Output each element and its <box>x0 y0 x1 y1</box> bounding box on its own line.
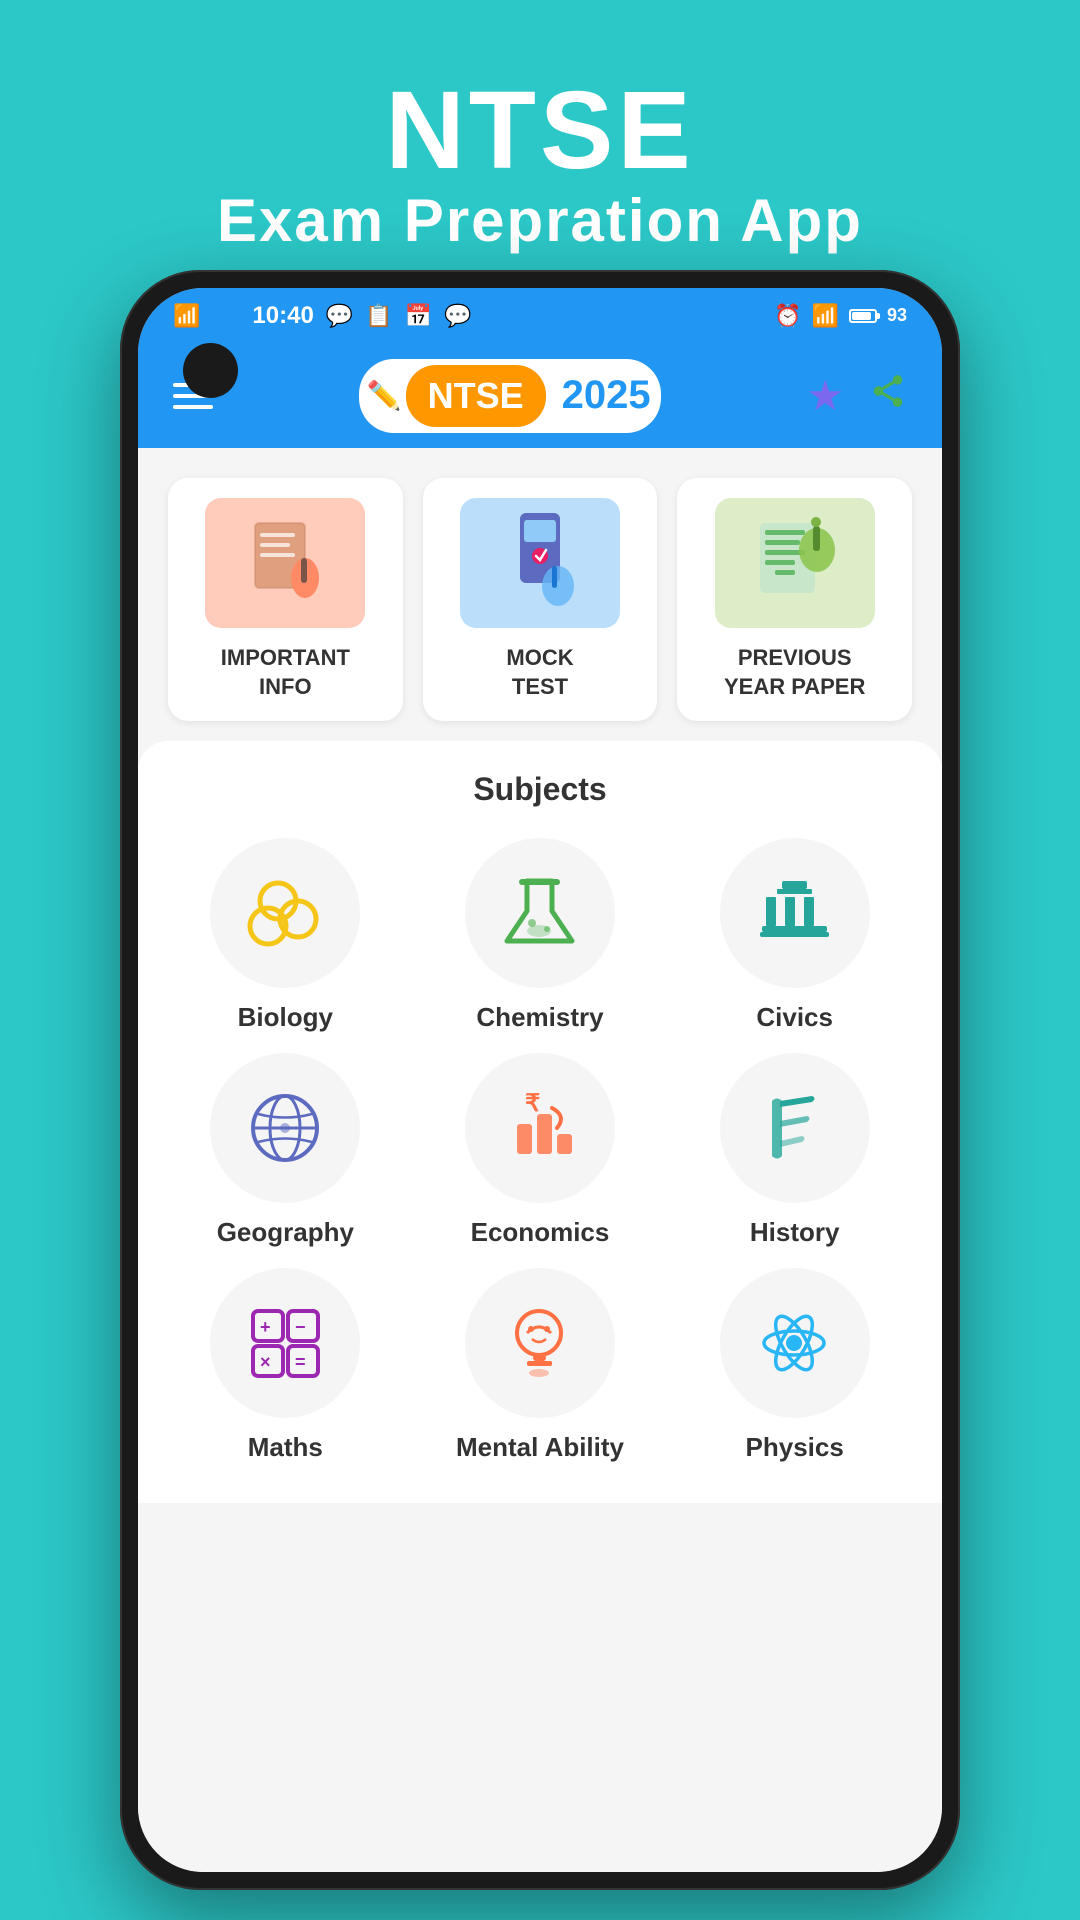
previous-year-label: PREVIOUSYEAR PAPER <box>724 644 865 701</box>
geography-label: Geography <box>217 1217 354 1248</box>
maths-label: Maths <box>248 1432 323 1463</box>
svg-text:+: + <box>260 1317 271 1337</box>
biology-label: Biology <box>238 1002 333 1033</box>
chemistry-icon-circle <box>465 838 615 988</box>
main-content: IMPORTANTINFO <box>138 448 942 1872</box>
maths-icon-circle: + − = × <box>210 1268 360 1418</box>
pencil-icon: ✏️ <box>367 379 402 412</box>
svg-text:×: × <box>260 1352 271 1372</box>
subject-economics[interactable]: ₹ Economics <box>423 1053 658 1248</box>
status-left: 📶 10:40 💬 📋 📅 💬 <box>173 302 471 330</box>
history-label: History <box>750 1217 840 1248</box>
economics-label: Economics <box>471 1217 610 1248</box>
battery-percent: 93 <box>887 305 907 326</box>
subject-maths[interactable]: + − = × Maths <box>168 1268 403 1463</box>
status-bar: 📶 10:40 💬 📋 📅 💬 ⏰ 📶 93 <box>138 288 942 343</box>
calendar-icon: 📅 <box>405 303 432 329</box>
star-icon[interactable]: ★ <box>806 371 844 420</box>
subject-geography[interactable]: Geography <box>168 1053 403 1248</box>
subject-physics[interactable]: Physics <box>677 1268 912 1463</box>
app-title: NTSE <box>385 76 694 186</box>
subjects-grid: Biology <box>168 828 912 1473</box>
header-icons: ★ <box>806 371 907 420</box>
phone-screen: 📶 10:40 💬 📋 📅 💬 ⏰ 📶 93 <box>138 288 942 1872</box>
physics-icon-circle <box>720 1268 870 1418</box>
tablet-icon: 📋 <box>365 303 392 329</box>
civics-label: Civics <box>756 1002 833 1033</box>
chemistry-label: Chemistry <box>476 1002 603 1033</box>
mock-test-label: MOCKTEST <box>506 644 573 701</box>
history-icon-circle <box>720 1053 870 1203</box>
subjects-title: Subjects <box>168 771 912 808</box>
wifi-icon: 📶 <box>812 303 839 329</box>
cards-section: IMPORTANTINFO <box>138 448 942 741</box>
phone-mockup: 📶 10:40 💬 📋 📅 💬 ⏰ 📶 93 <box>120 270 960 1890</box>
subject-biology[interactable]: Biology <box>168 838 403 1033</box>
previous-year-card[interactable]: PREVIOUSYEAR PAPER <box>677 478 912 721</box>
nav-header: ✏️ NTSE 2025 ★ <box>138 343 942 448</box>
camera-notch <box>183 343 238 398</box>
important-info-card[interactable]: IMPORTANTINFO <box>168 478 403 721</box>
physics-label: Physics <box>746 1432 844 1463</box>
subjects-section: Subjects Biology <box>138 741 942 1503</box>
subject-history[interactable]: History <box>677 1053 912 1248</box>
important-info-image <box>205 498 365 628</box>
logo-ntse: NTSE <box>406 365 546 427</box>
svg-text:₹: ₹ <box>525 1090 540 1117</box>
mock-test-card[interactable]: MOCKTEST <box>423 478 658 721</box>
civics-icon-circle <box>720 838 870 988</box>
logo-year: 2025 <box>562 373 651 418</box>
subject-civics[interactable]: Civics <box>677 838 912 1033</box>
previous-year-image <box>715 498 875 628</box>
logo-container: ✏️ NTSE 2025 <box>359 359 661 433</box>
battery-indicator <box>849 309 877 323</box>
mental-ability-label: Mental Ability <box>456 1432 624 1463</box>
subject-chemistry[interactable]: Chemistry <box>423 838 658 1033</box>
alarm-icon: ⏰ <box>774 303 801 329</box>
economics-icon-circle: ₹ <box>465 1053 615 1203</box>
geography-icon-circle <box>210 1053 360 1203</box>
whatsapp-icon: 💬 <box>326 303 353 329</box>
app-header-section: NTSE Exam Prepration App <box>0 0 1080 300</box>
signal-bars-icon: 📶 <box>173 303 200 329</box>
svg-text:=: = <box>295 1352 306 1372</box>
share-icon[interactable] <box>869 372 907 420</box>
message-icon: 💬 <box>444 303 471 329</box>
status-right: ⏰ 📶 93 <box>774 303 907 329</box>
mental-ability-icon-circle <box>465 1268 615 1418</box>
subject-mental-ability[interactable]: Mental Ability <box>423 1268 658 1463</box>
biology-icon-circle <box>210 838 360 988</box>
app-subtitle: Exam Prepration App <box>217 186 863 255</box>
status-time: 10:40 <box>252 302 313 330</box>
svg-text:−: − <box>295 1317 306 1337</box>
important-info-label: IMPORTANTINFO <box>221 644 350 701</box>
mock-test-image <box>460 498 620 628</box>
